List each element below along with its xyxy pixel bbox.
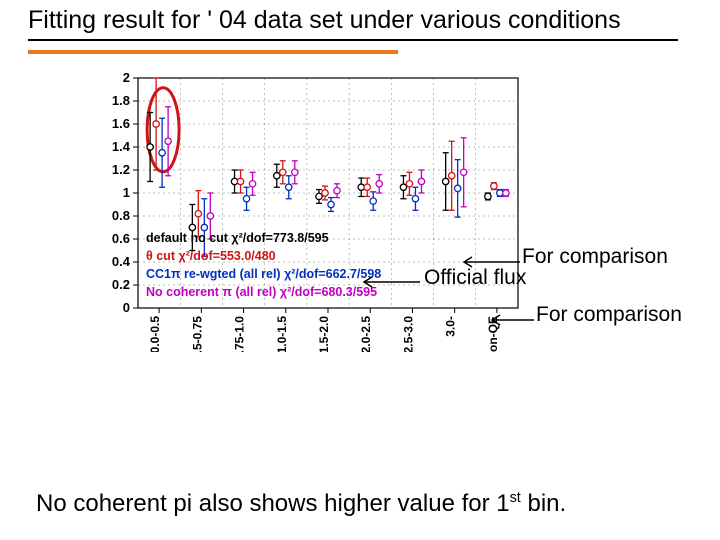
svg-text:0.8: 0.8 <box>112 208 130 223</box>
bottom-note-text-1: No coherent pi also shows higher value f… <box>36 490 510 517</box>
arrow-icon <box>488 314 534 326</box>
svg-text:CC1π re-wgted (all rel) χ²/dof: CC1π re-wgted (all rel) χ²/dof=662.7/598 <box>146 267 381 281</box>
arrow-icon <box>360 276 420 288</box>
svg-text:θ cut χ²/dof=553.0/480: θ cut χ²/dof=553.0/480 <box>146 249 276 263</box>
svg-text:No coherent π (all rel) χ²/dof: No coherent π (all rel) χ²/dof=680.3/595 <box>146 285 377 299</box>
svg-text:0.75-1.0: 0.75-1.0 <box>233 316 247 352</box>
chart-svg: 0 0.2 0.4 0.6 0.8 1 1.2 1.4 1.6 1.8 2 0.0-0.5 0.5-0.… <box>86 72 526 352</box>
svg-text:2.5-3.0: 2.5-3.0 <box>401 316 415 352</box>
slide: Fitting result for ' 04 data set under v… <box>0 0 720 540</box>
title-underline <box>28 39 678 41</box>
svg-text:0: 0 <box>123 300 130 315</box>
chart: 0 0.2 0.4 0.6 0.8 1 1.2 1.4 1.6 1.8 2 0.0-0.5 0.5-0.… <box>86 72 526 352</box>
svg-text:0.0-0.5: 0.0-0.5 <box>148 316 162 352</box>
annotation-comparison-1: For comparison <box>522 245 668 269</box>
svg-text:3.0-: 3.0- <box>444 316 458 337</box>
svg-text:2: 2 <box>123 72 130 85</box>
svg-text:0.5-0.75: 0.5-0.75 <box>190 316 204 352</box>
svg-text:2.0-2.5: 2.0-2.5 <box>359 316 373 352</box>
bottom-note-text-2: bin. <box>521 490 566 517</box>
svg-text:1.8: 1.8 <box>112 93 130 108</box>
svg-text:1: 1 <box>123 185 130 200</box>
svg-text:1.5-2.0: 1.5-2.0 <box>317 316 331 352</box>
title-accent-rule <box>28 50 398 54</box>
svg-text:0.2: 0.2 <box>112 277 130 292</box>
svg-text:1.4: 1.4 <box>112 139 131 154</box>
svg-text:1.2: 1.2 <box>112 162 130 177</box>
svg-text:default no cut χ²/dof=773.8/59: default no cut χ²/dof=773.8/595 <box>146 231 329 245</box>
svg-text:0.4: 0.4 <box>112 254 131 269</box>
svg-text:1.6: 1.6 <box>112 116 130 131</box>
annotation-official-flux: Official flux <box>424 266 526 290</box>
bottom-note-sup: st <box>510 490 521 506</box>
svg-text:0.6: 0.6 <box>112 231 130 246</box>
annotation-comparison-2: For comparison <box>536 303 682 327</box>
svg-text:1.0-1.5: 1.0-1.5 <box>275 316 289 352</box>
bottom-note: No coherent pi also shows higher value f… <box>36 490 566 518</box>
page-title: Fitting result for ' 04 data set under v… <box>28 6 621 35</box>
